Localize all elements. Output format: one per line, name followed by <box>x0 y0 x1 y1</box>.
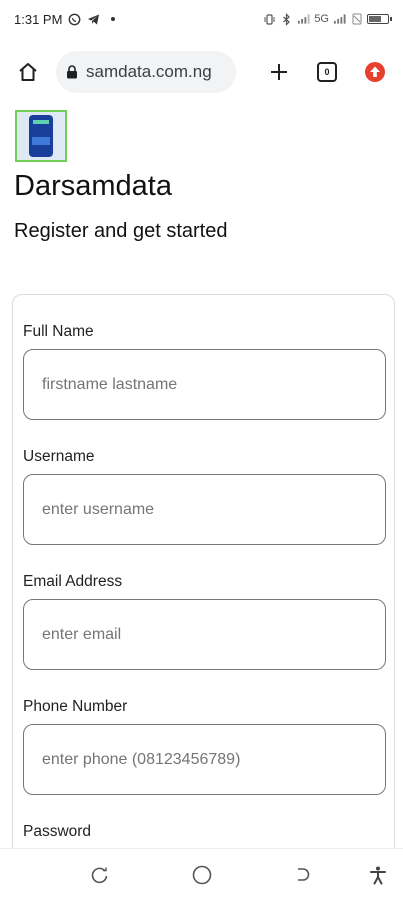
notification-dot-icon <box>106 13 119 26</box>
full-name-label: Full Name <box>23 323 94 340</box>
no-sim-icon <box>350 13 363 26</box>
username-input[interactable] <box>23 474 386 545</box>
full-name-input[interactable] <box>23 349 386 420</box>
back-button[interactable] <box>290 863 314 887</box>
home-icon <box>19 63 37 81</box>
back-icon <box>298 868 310 881</box>
registration-form: Full Name Username Email Address Phone N… <box>12 294 395 848</box>
home-button[interactable] <box>10 54 46 90</box>
email-label: Email Address <box>23 573 123 590</box>
url-text: samdata.com.ng <box>86 62 212 81</box>
site-logo <box>15 110 67 162</box>
battery-icon <box>367 14 392 24</box>
network-type: 5G <box>314 13 329 25</box>
status-left: 1:31 PM <box>14 12 119 27</box>
phone-input[interactable] <box>23 724 386 795</box>
home-nav-button[interactable] <box>190 863 214 887</box>
email-input[interactable] <box>23 599 386 670</box>
browser-toolbar: samdata.com.ng 0 <box>0 44 403 100</box>
accessibility-icon <box>370 866 386 885</box>
tab-count: 0 <box>317 62 337 82</box>
accessibility-button[interactable] <box>366 863 390 887</box>
update-icon <box>365 62 385 82</box>
lock-icon <box>67 65 77 79</box>
page-content: Darsamdata Register and get started Full… <box>0 104 403 848</box>
toolbar-actions: 0 <box>261 54 393 90</box>
home-circle-icon <box>192 865 212 885</box>
signal-icon-1 <box>297 13 310 26</box>
tab-switcher-button[interactable]: 0 <box>309 54 345 90</box>
telegram-icon <box>87 13 100 26</box>
phone-logo-icon <box>29 115 53 157</box>
update-button[interactable] <box>357 54 393 90</box>
status-bar: 1:31 PM 5G <box>0 0 403 38</box>
username-label: Username <box>23 448 95 465</box>
recents-button[interactable] <box>88 863 112 887</box>
page-subtitle: Register and get started <box>14 220 228 242</box>
system-nav-bar <box>0 848 403 900</box>
phone-label: Phone Number <box>23 698 128 715</box>
signal-icon-2 <box>333 13 346 26</box>
whatsapp-icon <box>68 13 81 26</box>
vibrate-icon <box>263 13 276 26</box>
address-bar[interactable]: samdata.com.ng <box>56 51 236 93</box>
new-tab-button[interactable] <box>261 54 297 90</box>
site-title: Darsamdata <box>14 170 172 202</box>
plus-icon <box>271 64 287 80</box>
password-label: Password <box>23 823 92 840</box>
bluetooth-icon <box>280 12 293 26</box>
recents-icon <box>91 867 108 884</box>
status-right: 5G <box>263 12 392 26</box>
status-time: 1:31 PM <box>14 11 63 27</box>
